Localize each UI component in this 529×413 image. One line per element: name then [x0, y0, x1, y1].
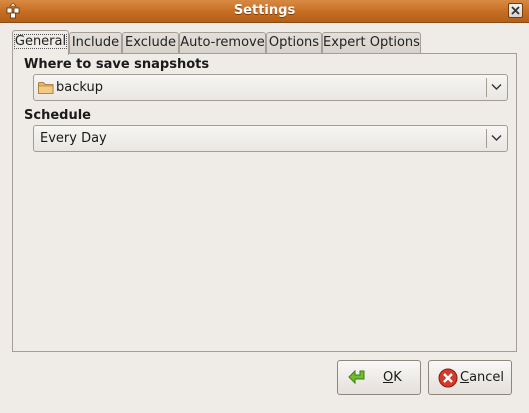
combo-separator	[486, 78, 487, 97]
ok-arrow-icon	[348, 369, 365, 385]
tab-exclude-label: Exclude	[125, 35, 176, 50]
tab-auto-remove-label: Auto-remove	[180, 35, 265, 50]
cancel-icon	[438, 368, 458, 388]
save-location-value: backup	[56, 80, 103, 95]
cancel-button-label: Cancel	[460, 370, 505, 385]
tab-auto-remove[interactable]: Auto-remove	[179, 32, 266, 53]
tab-include[interactable]: Include	[69, 32, 122, 53]
folder-icon	[38, 82, 54, 94]
schedule-label: Schedule	[24, 108, 91, 123]
tab-general[interactable]: General	[12, 30, 69, 55]
tab-options[interactable]: Options	[266, 32, 322, 53]
window-title: Settings	[233, 3, 296, 18]
combo-separator	[486, 129, 487, 148]
ok-button[interactable]: OK	[337, 360, 421, 395]
tab-expert-options[interactable]: Expert Options	[322, 32, 421, 53]
ok-button-label: OK	[383, 370, 402, 385]
save-location-combo[interactable]: backup	[33, 74, 508, 101]
cancel-button[interactable]: Cancel	[428, 360, 512, 395]
schedule-combo[interactable]: Every Day	[33, 125, 508, 152]
chevron-down-icon	[491, 84, 502, 90]
close-button[interactable]	[508, 3, 523, 18]
tab-options-label: Options	[268, 35, 320, 50]
schedule-value: Every Day	[40, 131, 107, 146]
save-location-label: Where to save snapshots	[24, 57, 210, 72]
close-icon	[511, 6, 520, 15]
title-bar: Settings	[0, 0, 529, 23]
tab-exclude[interactable]: Exclude	[122, 32, 179, 53]
tab-general-label: General	[13, 34, 68, 49]
chevron-down-icon	[491, 135, 502, 141]
tab-expert-options-label: Expert Options	[323, 35, 420, 50]
tab-include-label: Include	[71, 35, 120, 50]
